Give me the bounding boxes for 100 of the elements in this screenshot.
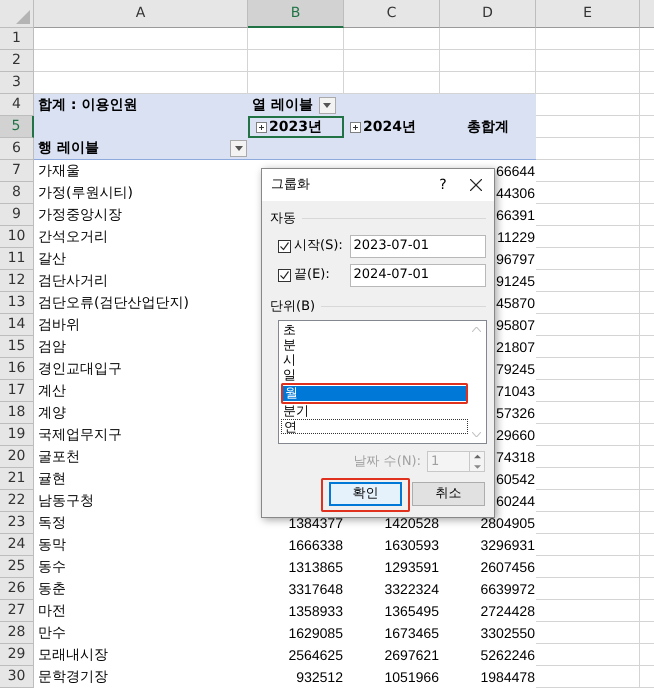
row-header[interactable]: 19 bbox=[0, 424, 34, 446]
station-name-cell-text: 문학경기장 bbox=[38, 668, 108, 686]
row-header[interactable]: 14 bbox=[0, 314, 34, 336]
number-cell-text: 1629085 bbox=[288, 624, 343, 642]
dropdown-arrow-icon bbox=[323, 102, 332, 108]
unit-list-item[interactable]: 시 bbox=[281, 353, 468, 368]
unit-list-item[interactable]: 초 bbox=[281, 323, 468, 338]
column-header[interactable]: B bbox=[248, 0, 344, 28]
checkbox[interactable] bbox=[278, 240, 291, 252]
number-cell-text: 1420528 bbox=[384, 514, 439, 532]
column-header[interactable]: E bbox=[536, 0, 640, 28]
number-cell-text: 1051966 bbox=[384, 668, 439, 686]
field-label: 끝(E): bbox=[294, 266, 331, 284]
row-header[interactable]: 18 bbox=[0, 402, 34, 424]
row-header[interactable]: 26 bbox=[0, 578, 34, 600]
date-input-field[interactable]: 2023-07-01 bbox=[350, 234, 486, 258]
row-header[interactable]: 20 bbox=[0, 446, 34, 468]
station-name-cell-text: 만수 bbox=[38, 624, 66, 642]
dropdown-arrow-icon bbox=[234, 146, 242, 151]
station-name-cell-text: 독정 bbox=[38, 514, 66, 532]
dialog-title: 그룹화 bbox=[271, 176, 311, 194]
row-header[interactable]: 15 bbox=[0, 336, 34, 358]
days-label: 날짜 수(N): bbox=[354, 452, 421, 471]
number-cell-text: 1358933 bbox=[288, 602, 343, 620]
number-cell-text: 44306 bbox=[496, 184, 535, 202]
station-name-cell-text: 간석오거리 bbox=[38, 228, 108, 246]
row-header[interactable]: 6 bbox=[0, 138, 34, 160]
row-header[interactable]: 8 bbox=[0, 182, 34, 204]
row-header[interactable]: 10 bbox=[0, 226, 34, 248]
row-header[interactable]: 11 bbox=[0, 248, 34, 270]
unit-list-item[interactable]: 월 bbox=[283, 386, 466, 401]
expand-plus-icon[interactable] bbox=[256, 122, 267, 132]
station-name-cell-text: 갈산 bbox=[38, 250, 66, 268]
unit-listbox[interactable]: 초 분 시 일 월 분기 연 bbox=[278, 320, 487, 444]
row-header[interactable]: 12 bbox=[0, 270, 34, 292]
row-header[interactable]: 1 bbox=[0, 28, 34, 50]
number-cell-text: 6639972 bbox=[480, 580, 535, 598]
column-header[interactable]: A bbox=[34, 0, 248, 28]
row-header[interactable]: 2 bbox=[0, 50, 34, 72]
row-header[interactable]: 21 bbox=[0, 468, 34, 490]
number-cell-text: 91245 bbox=[496, 272, 535, 290]
number-cell-text: 74318 bbox=[496, 448, 535, 466]
number-cell-text: 1984478 bbox=[480, 668, 535, 686]
number-cell-text: 5262246 bbox=[480, 646, 535, 664]
row-header[interactable]: 25 bbox=[0, 556, 34, 578]
unit-list-item[interactable]: 분기 bbox=[281, 404, 468, 419]
number-cell-text: 3317648 bbox=[288, 580, 343, 598]
station-name-cell-text: 계양 bbox=[38, 404, 66, 422]
station-name-cell-text: 동수 bbox=[38, 558, 66, 576]
unit-list-item[interactable]: 일 bbox=[281, 368, 468, 383]
unit-list-item[interactable]: 연 bbox=[281, 419, 468, 434]
expand-plus-icon[interactable] bbox=[350, 122, 361, 132]
row-header[interactable]: 3 bbox=[0, 72, 34, 94]
date-input-field[interactable]: 2024-07-01 bbox=[350, 264, 486, 286]
number-cell-text: 96797 bbox=[496, 250, 535, 268]
station-name-cell-text: 모래내시장 bbox=[38, 646, 108, 664]
filter-dropdown-button[interactable] bbox=[230, 140, 247, 157]
row-header[interactable]: 4 bbox=[0, 94, 34, 116]
row-header[interactable]: 13 bbox=[0, 292, 34, 314]
station-name-cell-text: 귤현 bbox=[38, 470, 66, 488]
station-name-cell-text: 검단오류(검단산업단지) bbox=[38, 294, 189, 312]
station-name-cell-text: 검암 bbox=[38, 338, 66, 356]
number-cell-text: 1365495 bbox=[384, 602, 439, 620]
row-header[interactable]: 5 bbox=[0, 116, 34, 138]
row-header[interactable]: 30 bbox=[0, 666, 34, 688]
year-group-cell[interactable]: 2024년 bbox=[344, 116, 440, 138]
row-header[interactable]: 7 bbox=[0, 160, 34, 182]
cancel-button[interactable]: 취소 bbox=[412, 482, 485, 506]
number-cell-text: 2607456 bbox=[480, 558, 535, 576]
ok-button[interactable]: 확인 bbox=[329, 482, 402, 506]
row-header[interactable]: 17 bbox=[0, 380, 34, 402]
row-header[interactable]: 28 bbox=[0, 622, 34, 644]
row-header[interactable]: 9 bbox=[0, 204, 34, 226]
station-name-cell-text: 동막 bbox=[38, 536, 66, 554]
row-header[interactable]: 16 bbox=[0, 358, 34, 380]
grand-total-header: 총합계 bbox=[467, 118, 509, 136]
row-header[interactable]: 24 bbox=[0, 534, 34, 556]
number-cell-text: 1293591 bbox=[384, 558, 439, 576]
unit-list-item[interactable]: 분 bbox=[281, 338, 468, 353]
year-group-cell[interactable]: 2023년 bbox=[248, 116, 344, 138]
station-name-cell-text: 가재울 bbox=[38, 162, 80, 180]
checkbox[interactable] bbox=[278, 268, 291, 282]
column-header[interactable]: C bbox=[344, 0, 440, 28]
row-header[interactable]: 29 bbox=[0, 644, 34, 666]
row-header[interactable]: 22 bbox=[0, 490, 34, 512]
number-cell-text: 57326 bbox=[496, 404, 535, 422]
station-name-cell-text: 가정중앙시장 bbox=[38, 206, 122, 224]
filter-dropdown-button[interactable] bbox=[318, 96, 336, 114]
number-cell-text: 66391 bbox=[496, 206, 535, 224]
help-button[interactable]: ? bbox=[428, 171, 458, 199]
number-cell-text: 2724428 bbox=[480, 602, 535, 620]
number-cell-text: 29660 bbox=[496, 426, 535, 444]
number-cell-text: 45870 bbox=[496, 294, 535, 312]
row-header[interactable]: 23 bbox=[0, 512, 34, 534]
row-header[interactable]: 27 bbox=[0, 600, 34, 622]
number-cell-text: 60542 bbox=[496, 470, 535, 488]
number-cell-text: 3322324 bbox=[384, 580, 439, 598]
number-cell-text: 71043 bbox=[496, 382, 535, 400]
column-header[interactable]: D bbox=[440, 0, 536, 28]
close-icon[interactable] bbox=[470, 179, 482, 191]
